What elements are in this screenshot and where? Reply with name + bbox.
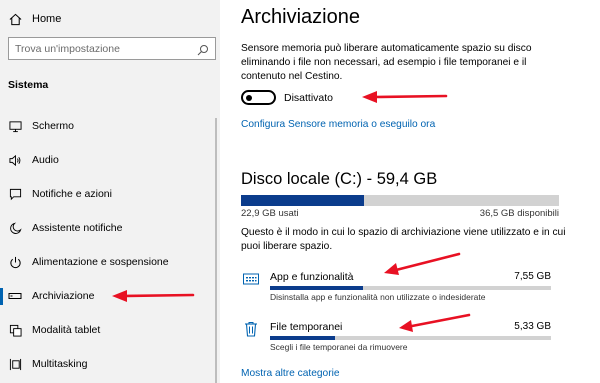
- disk-usage-bar: [241, 195, 559, 206]
- storage-sense-toggle[interactable]: [241, 90, 276, 105]
- monitor-icon: [8, 119, 22, 133]
- category-name: File temporanei: [270, 321, 343, 333]
- disk-free-label: 36,5 GB disponibili: [479, 208, 559, 219]
- sidebar-item-notifiche[interactable]: Notifiche e azioni: [0, 179, 220, 209]
- search-input[interactable]: [15, 42, 197, 55]
- sidebar-item-archiviazione[interactable]: Archiviazione: [0, 281, 220, 311]
- category-usage-bar: [270, 286, 551, 290]
- category-size: 7,55 GB: [514, 271, 551, 282]
- search-icon[interactable]: [197, 43, 209, 55]
- category-file-temporanei[interactable]: File temporanei 5,33 GB Scegli i file te…: [241, 318, 561, 358]
- section-title: Sistema: [8, 79, 49, 91]
- message-icon: [8, 187, 22, 201]
- toggle-knob: [246, 94, 252, 101]
- sidebar-item-label: Alimentazione e sospensione: [32, 256, 169, 268]
- arrow-to-toggle: [362, 91, 448, 103]
- category-subtitle: Scegli i file temporanei da rimuovere: [270, 342, 408, 352]
- power-icon: [8, 255, 22, 269]
- speaker-icon: [8, 153, 22, 167]
- settings-sidebar: Home Sistema Schermo Audio Notifiche e a…: [0, 0, 220, 383]
- sidebar-item-label: Archiviazione: [32, 290, 95, 302]
- disk-usage-fill: [241, 195, 364, 206]
- sidebar-item-label: Assistente notifiche: [32, 222, 123, 234]
- category-size: 5,33 GB: [514, 321, 551, 332]
- disk-title: Disco locale (C:) - 59,4 GB: [241, 170, 438, 188]
- category-name: App e funzionalità: [270, 271, 354, 283]
- tablet-icon: [8, 323, 22, 337]
- toggle-state-label: Disattivato: [284, 91, 334, 104]
- sidebar-item-label: Schermo: [32, 120, 75, 132]
- category-subtitle: Disinstalla app e funzionalità non utili…: [270, 292, 486, 302]
- disk-usage-description: Questo è il modo in cui lo spazio di arc…: [241, 227, 566, 253]
- multitasking-icon: [8, 357, 22, 371]
- sidebar-item-audio[interactable]: Audio: [0, 145, 220, 175]
- sidebar-item-label: Modalità tablet: [32, 324, 101, 336]
- disk-used-label: 22,9 GB usati: [241, 208, 299, 219]
- configure-storage-sense-link[interactable]: Configura Sensore memoria o eseguilo ora: [241, 119, 435, 130]
- storage-icon: [8, 289, 22, 303]
- moon-icon: [8, 221, 22, 235]
- sidebar-item-label: Audio: [32, 154, 59, 166]
- home-nav-item[interactable]: Home: [8, 12, 61, 26]
- category-usage-fill: [270, 286, 363, 290]
- home-label: Home: [32, 13, 62, 25]
- sidebar-scrollbar[interactable]: [215, 118, 217, 383]
- category-usage-bar: [270, 336, 551, 340]
- storage-sense-description: Sensore memoria può liberare automaticam…: [241, 43, 532, 83]
- sidebar-item-multitasking[interactable]: Multitasking: [0, 349, 220, 379]
- category-app-e-funzionalita[interactable]: App e funzionalità 7,55 GB Disinstalla a…: [241, 268, 561, 308]
- sidebar-item-modalita-tablet[interactable]: Modalità tablet: [0, 315, 220, 345]
- trash-icon: [243, 321, 259, 337]
- home-icon: [8, 12, 22, 26]
- apps-icon: [243, 271, 259, 287]
- sidebar-item-alimentazione[interactable]: Alimentazione e sospensione: [0, 247, 220, 277]
- storage-sense-toggle-row: Disattivato: [241, 90, 333, 105]
- show-more-categories-link[interactable]: Mostra altre categorie: [241, 368, 340, 379]
- sidebar-item-schermo[interactable]: Schermo: [0, 111, 220, 141]
- sidebar-item-assistente-notifiche[interactable]: Assistente notifiche: [0, 213, 220, 243]
- selection-indicator: [0, 288, 3, 305]
- search-box[interactable]: [8, 37, 216, 60]
- sidebar-item-label: Notifiche e azioni: [32, 188, 112, 200]
- sidebar-item-label: Multitasking: [32, 358, 88, 370]
- category-usage-fill: [270, 336, 335, 340]
- page-title: Archiviazione: [241, 6, 360, 28]
